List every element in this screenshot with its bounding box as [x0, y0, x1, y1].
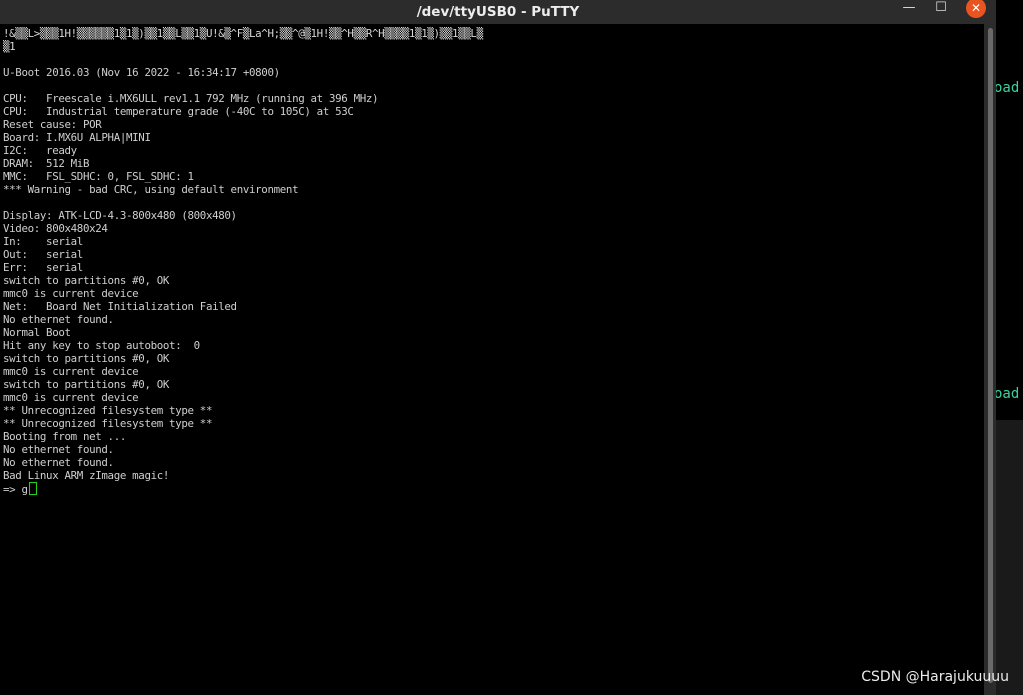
terminal-line: mmc0 is current device — [3, 365, 139, 378]
terminal-scrollbar[interactable] — [984, 24, 996, 695]
terminal-line: CPU: Industrial temperature grade (-40C … — [3, 105, 354, 118]
terminal-line: Out: serial — [3, 248, 83, 261]
terminal-line: Video: 800x480x24 — [3, 222, 108, 235]
terminal-line: MMC: FSL_SDHC: 0, FSL_SDHC: 1 — [3, 170, 194, 183]
terminal-area[interactable]: !&▒▒L>▒▒▒1H!▒▒▒▒▒▒1▒1▒)▒▒1▒▒L▒▒1▒U!&▒^F▒… — [0, 24, 984, 695]
window-title: /dev/ttyUSB0 - PuTTY — [416, 4, 580, 20]
background-partial-text: oad — [996, 386, 1020, 402]
terminal-line: switch to partitions #0, OK — [3, 352, 170, 365]
terminal-line: !&▒▒L>▒▒▒1H!▒▒▒▒▒▒1▒1▒)▒▒1▒▒L▒▒1▒U!&▒^F▒… — [3, 27, 483, 40]
terminal-line: mmc0 is current device — [3, 391, 139, 404]
background-partial-text: oad — [996, 80, 1020, 96]
text-cursor — [28, 482, 37, 495]
terminal-line: switch to partitions #0, OK — [3, 378, 170, 391]
command-prompt: => g — [3, 483, 28, 496]
terminal-line: DRAM: 512 MiB — [3, 157, 90, 170]
terminal-line: In: serial — [3, 235, 83, 248]
watermark: CSDN @Harajukuuuu — [861, 669, 1009, 685]
terminal-line: Board: I.MX6U ALPHA|MINI — [3, 131, 151, 144]
terminal-line: *** Warning - bad CRC, using default env… — [3, 183, 299, 196]
maximize-button[interactable]: ☐ — [930, 0, 952, 18]
terminal-line: Display: ATK-LCD-4.3-800x480 (800x480) — [3, 209, 237, 222]
terminal-line: No ethernet found. — [3, 313, 114, 326]
terminal-line: ▒1 — [3, 40, 16, 53]
minimize-button[interactable]: — — [898, 0, 920, 18]
terminal-line: Net: Board Net Initialization Failed — [3, 300, 237, 313]
terminal-line: mmc0 is current device — [3, 287, 139, 300]
terminal-output: !&▒▒L>▒▒▒1H!▒▒▒▒▒▒1▒1▒)▒▒1▒▒L▒▒1▒U!&▒^F▒… — [3, 27, 483, 496]
terminal-line: I2C: ready — [3, 144, 77, 157]
terminal-line: No ethernet found. — [3, 456, 114, 469]
background-image — [996, 420, 1023, 695]
terminal-line: Booting from net ... — [3, 430, 127, 443]
terminal-line: Reset cause: POR — [3, 118, 102, 131]
scrollbar-thumb[interactable] — [988, 28, 993, 683]
terminal-line: Normal Boot — [3, 326, 71, 339]
terminal-line: ** Unrecognized filesystem type ** — [3, 404, 213, 417]
window-titlebar[interactable]: /dev/ttyUSB0 - PuTTY — ☐ ✕ — [0, 0, 996, 24]
terminal-line: switch to partitions #0, OK — [3, 274, 170, 287]
terminal-line: No ethernet found. — [3, 443, 114, 456]
terminal-line: ** Unrecognized filesystem type ** — [3, 417, 213, 430]
terminal-line: Err: serial — [3, 261, 83, 274]
terminal-line: CPU: Freescale i.MX6ULL rev1.1 792 MHz (… — [3, 92, 379, 105]
terminal-line: U-Boot 2016.03 (Nov 16 2022 - 16:34:17 +… — [3, 66, 280, 79]
background-window: oad oad — [996, 0, 1023, 695]
background-terminal — [996, 0, 1023, 420]
terminal-prompt-line[interactable]: => g — [3, 482, 483, 496]
terminal-line: Hit any key to stop autoboot: 0 — [3, 339, 200, 352]
terminal-line: Bad Linux ARM zImage magic! — [3, 469, 170, 482]
